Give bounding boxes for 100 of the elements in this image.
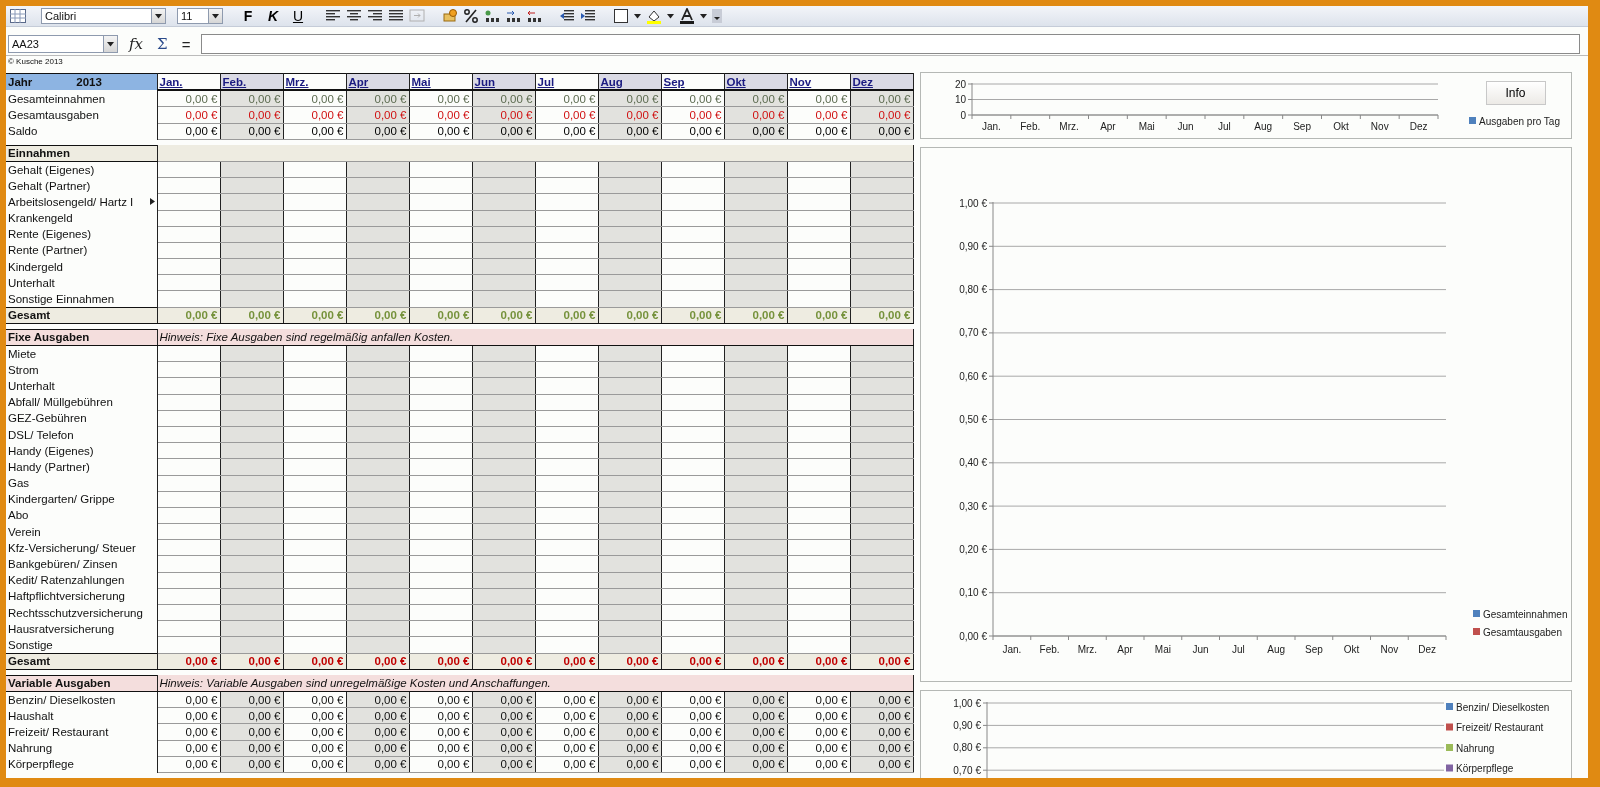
sum-button[interactable]: Σ	[154, 35, 171, 53]
section-title: Variable Ausgaben	[6, 675, 157, 692]
bold-button[interactable]: F	[238, 7, 258, 25]
axis-label: 0,10 €	[958, 587, 987, 599]
table-cell: 0,00 €	[787, 740, 850, 757]
table-cell: 0,00 €	[157, 123, 220, 140]
row-label: Gehalt (Partner)	[6, 177, 157, 194]
row-label: Gas	[6, 475, 157, 492]
axis-label: 0,30 €	[958, 500, 987, 512]
column-header: Apr	[346, 73, 409, 91]
section-note: Hinweis: Variable Ausgaben sind unregelmäßige Kosten und Anschaffungen.	[157, 675, 913, 692]
table-cell: 0,00 €	[535, 756, 598, 773]
row-label: Unterhalt	[6, 274, 157, 291]
decrease-decimal-icon[interactable]	[526, 8, 542, 24]
row-label: Hausratversicherung	[6, 620, 157, 637]
row-label: Rente (Eigenes)	[6, 226, 157, 243]
table-cell: 0,00 €	[787, 723, 850, 740]
axis-label: 10	[954, 94, 966, 105]
row-label: Handy (Partner)	[6, 458, 157, 475]
font-dropdown[interactable]: Calibri	[41, 8, 166, 24]
row-label: Rechtsschutzversicherung	[6, 604, 157, 621]
equals-button[interactable]: =	[178, 35, 194, 53]
row-label: Gesamt	[6, 307, 157, 324]
caret-icon[interactable]	[107, 41, 114, 47]
row-label: Haftpflichtversicherung	[6, 588, 157, 605]
table-cell: 0,00 €	[661, 123, 724, 140]
table-cell: 0,00 €	[661, 106, 724, 124]
increase-decimal-icon[interactable]	[505, 8, 521, 24]
table-cell: 0,00 €	[283, 123, 346, 140]
axis-label: Sep	[1292, 121, 1311, 132]
table-cell: 0,00 €	[661, 740, 724, 757]
table-cell: 0,00 €	[409, 707, 472, 724]
percent-icon[interactable]	[463, 8, 479, 24]
caret-icon[interactable]	[155, 13, 162, 19]
toolbar-options-icon[interactable]	[712, 9, 722, 23]
insert-function-button[interactable]: fx	[126, 35, 146, 53]
font-color-icon[interactable]	[679, 8, 695, 24]
caret-icon[interactable]	[212, 13, 219, 19]
axis-label: 20	[954, 78, 966, 90]
name-box[interactable]: AA23	[8, 35, 118, 53]
formula-input[interactable]	[201, 34, 1580, 54]
border-icon[interactable]	[613, 8, 629, 24]
axis-label: Okt	[1343, 644, 1359, 655]
column-header: Aug	[598, 73, 661, 91]
column-header: Mai	[409, 73, 472, 91]
row-label: Freizeit/ Restaurant	[6, 723, 157, 740]
thousands-separator-icon[interactable]	[484, 8, 500, 24]
row-label: Benzin/ Dieselkosten	[6, 691, 157, 708]
table-cell: 0,00 €	[787, 756, 850, 773]
info-button[interactable]: Info	[1485, 81, 1546, 105]
caret-icon[interactable]	[634, 13, 641, 19]
table-cell: 0,00 €	[157, 691, 220, 708]
table-cell: 0,00 €	[283, 707, 346, 724]
merge-cells-icon[interactable]	[409, 8, 425, 24]
axis-label: 0,00 €	[958, 630, 987, 642]
axis-label: Dez	[1409, 121, 1427, 132]
row-label: Abfall/ Müllgebühren	[6, 394, 157, 411]
axis-label: Mrz.	[1077, 644, 1097, 655]
row-label: Kindergeld	[6, 258, 157, 275]
caret-icon[interactable]	[700, 13, 707, 19]
column-header: Nov	[787, 73, 850, 91]
row-label: Handy (Eigenes)	[6, 442, 157, 459]
currency-icon[interactable]	[442, 8, 458, 24]
axis-label: Jan.	[1001, 644, 1021, 655]
row-label: Gesamtausgaben	[6, 106, 157, 124]
row-label: GEZ-Gebühren	[6, 410, 157, 427]
axis-label: Jun	[1177, 121, 1194, 132]
axis-label: 0,20 €	[958, 543, 987, 555]
section-title: Einnahmen	[6, 145, 157, 162]
grid-icon[interactable]	[10, 9, 26, 23]
axis-label: Jan.	[981, 121, 1001, 132]
row-label: Körperpflege	[6, 756, 157, 773]
table-cell: 0,00 €	[787, 106, 850, 124]
year-value: 2013	[76, 75, 102, 90]
row-label: Unterhalt	[6, 377, 157, 395]
table-cell: 0,00 €	[787, 691, 850, 708]
column-header: Dez	[850, 73, 913, 91]
row-label: Nahrung	[6, 740, 157, 757]
axis-label: Jul	[1217, 121, 1231, 132]
axis-label: 0,90 €	[958, 240, 987, 252]
table-cell: 0,00 €	[157, 106, 220, 124]
axis-label: Okt	[1332, 121, 1349, 132]
caret-icon[interactable]	[667, 13, 674, 19]
italic-button[interactable]: K	[263, 7, 283, 25]
table-cell: 0,00 €	[787, 707, 850, 724]
axis-label: Apr	[1099, 121, 1116, 132]
font-size-dropdown[interactable]: 11	[177, 8, 223, 24]
row-label: Rente (Partner)	[6, 242, 157, 259]
table-cell: 0,00 €	[535, 90, 598, 107]
table-cell: 0,00 €	[535, 740, 598, 757]
axis-label: 0,70 €	[958, 327, 987, 339]
table-cell: 0,00 €	[409, 691, 472, 708]
column-header: Okt	[724, 73, 787, 91]
row-label: Bankgebüren/ Zinsen	[6, 555, 157, 573]
fill-color-icon[interactable]	[646, 8, 662, 24]
underline-button[interactable]: U	[288, 7, 308, 25]
y-axis	[967, 82, 972, 116]
axis-label: Dez	[1417, 644, 1436, 655]
column-header: Jun	[472, 73, 535, 91]
table-cell: 0,00 €	[409, 90, 472, 107]
